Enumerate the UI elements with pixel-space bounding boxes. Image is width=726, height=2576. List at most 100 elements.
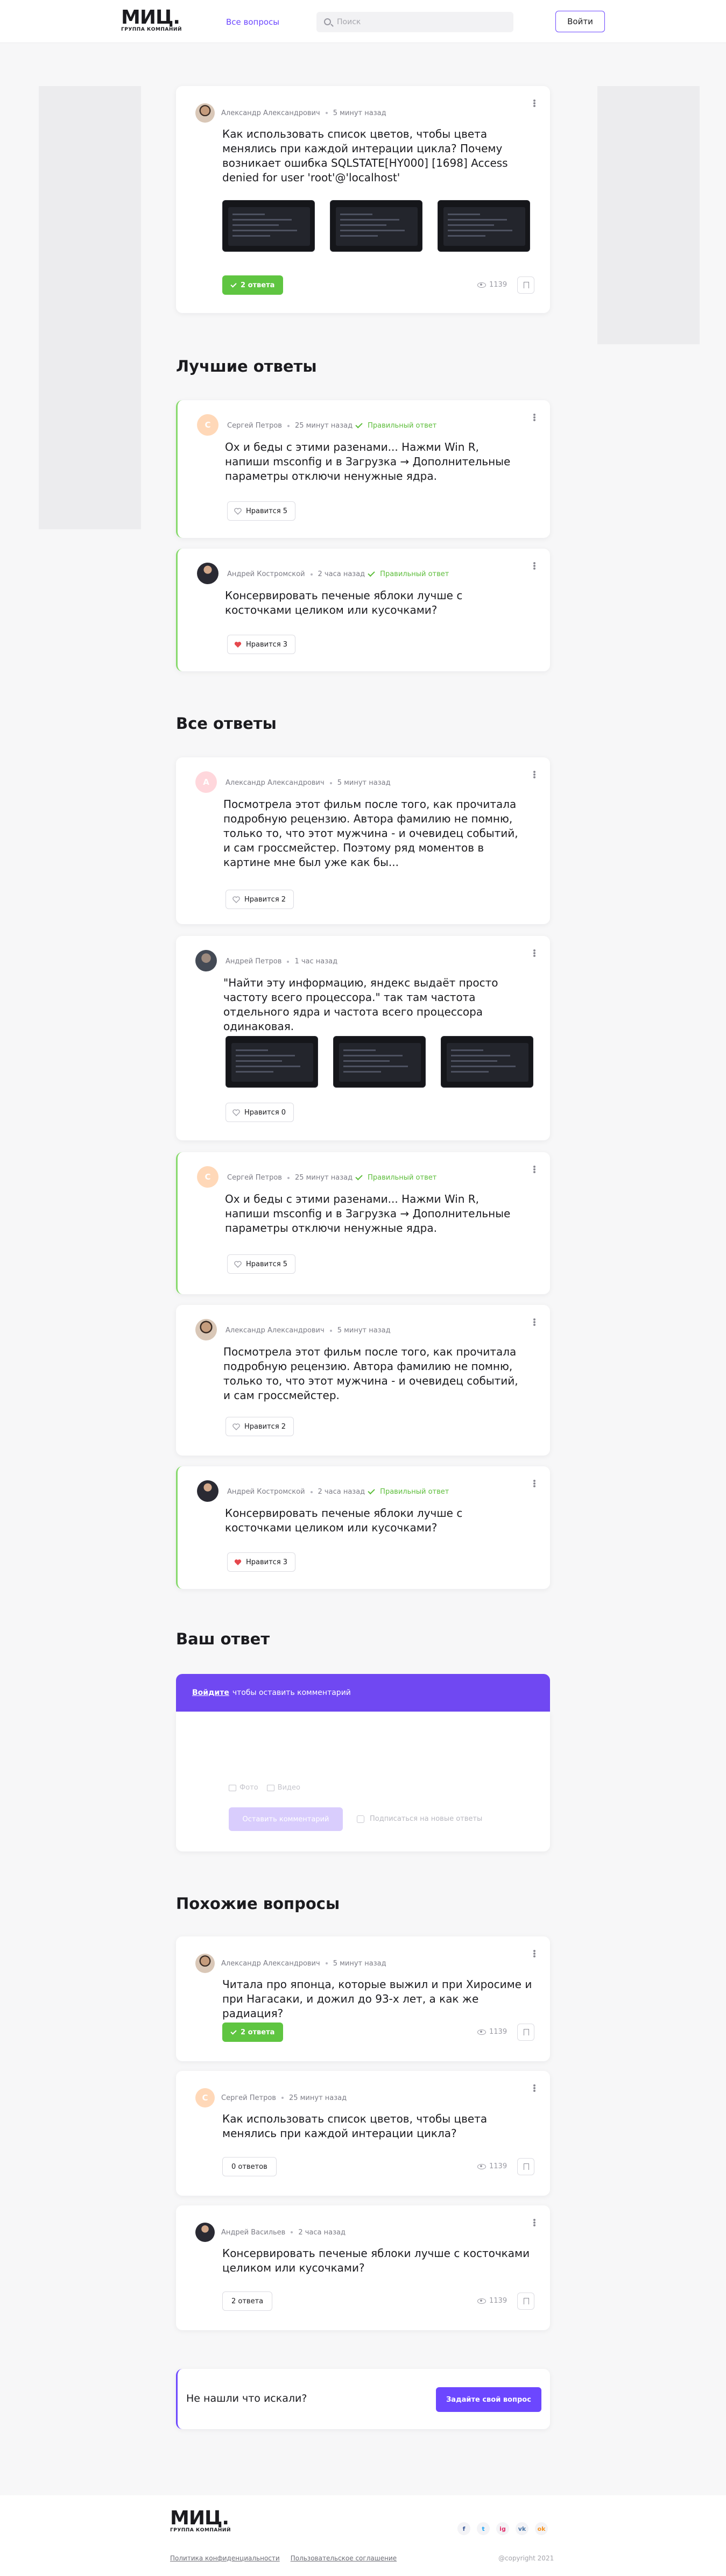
views-count: 1139 bbox=[477, 281, 507, 289]
similar-question-card[interactable]: Александр Александрович 5 минут назад Чи… bbox=[176, 1936, 550, 2061]
answers-count-button[interactable]: 2 ответа bbox=[222, 275, 284, 295]
footer-logo[interactable]: МИЦ. ГРУППА КОМПАНИЙ bbox=[170, 2508, 231, 2534]
avatar[interactable] bbox=[195, 1954, 215, 1973]
answer-meta: Андрей Петров 1 час назад bbox=[195, 950, 337, 971]
separator-dot bbox=[310, 1491, 313, 1493]
like-button[interactable]: Нравится 2 bbox=[225, 890, 294, 909]
privacy-policy-link[interactable]: Политика конфиденциальности bbox=[170, 2554, 280, 2562]
header: МИЦ. ГРУППА КОМПАНИЙ Все вопросы Войти bbox=[0, 0, 726, 43]
twitter-icon[interactable]: t bbox=[477, 2522, 490, 2535]
nav-all-questions[interactable]: Все вопросы bbox=[226, 17, 279, 27]
facebook-icon[interactable]: f bbox=[457, 2522, 470, 2535]
avatar[interactable]: С bbox=[197, 1166, 218, 1188]
author-name[interactable]: Сергей Петров bbox=[221, 2094, 276, 2102]
search-input[interactable] bbox=[337, 12, 504, 32]
like-button[interactable]: Нравится 2 bbox=[225, 1417, 294, 1436]
more-menu-icon[interactable] bbox=[530, 1317, 539, 1328]
attachment-thumbnail[interactable] bbox=[333, 1036, 426, 1088]
similar-questions-title: Похожие вопросы bbox=[176, 1894, 340, 1913]
more-menu-icon[interactable] bbox=[530, 1164, 539, 1175]
search-box[interactable] bbox=[316, 12, 513, 32]
attachment-thumbnail[interactable] bbox=[441, 1036, 533, 1088]
best-answers-title: Лучшие ответы bbox=[176, 357, 317, 375]
answer-card: Андрей Петров 1 час назад "Найти эту инф… bbox=[176, 936, 550, 1140]
odnoklassniki-icon[interactable]: ok bbox=[535, 2522, 548, 2535]
author-name[interactable]: Александр Александрович bbox=[225, 1326, 325, 1335]
like-button[interactable]: Нравится 0 bbox=[225, 1103, 294, 1122]
check-icon bbox=[355, 1173, 363, 1181]
avatar[interactable] bbox=[195, 2223, 215, 2242]
footer: МИЦ. ГРУППА КОМПАНИЙ f t ig vk ok Полити… bbox=[0, 2495, 726, 2576]
like-button[interactable]: Нравится 3 bbox=[227, 1552, 296, 1572]
correct-answer-badge: Правильный ответ bbox=[353, 421, 436, 430]
question-attachments bbox=[222, 200, 530, 252]
like-button[interactable]: Нравится 3 bbox=[227, 635, 296, 654]
more-menu-icon[interactable] bbox=[530, 412, 539, 423]
attach-options: Фото Видео bbox=[229, 1784, 300, 1792]
avatar[interactable] bbox=[195, 950, 217, 971]
login-prompt-banner: Войдите чтобы оставить комментарий bbox=[176, 1674, 550, 1712]
checkbox[interactable] bbox=[357, 1815, 364, 1823]
similar-question-card[interactable]: Андрей Васильев 2 часа назад Консервиров… bbox=[176, 2205, 550, 2330]
views-count: 1139 bbox=[477, 2162, 507, 2170]
heart-outline-icon bbox=[232, 1109, 240, 1116]
author-name[interactable]: Сергей Петров bbox=[227, 422, 282, 430]
logo[interactable]: МИЦ. ГРУППА КОМПАНИЙ bbox=[121, 8, 182, 33]
bookmark-button[interactable] bbox=[517, 2293, 534, 2310]
bookmark-button[interactable] bbox=[517, 276, 534, 294]
more-menu-icon[interactable] bbox=[530, 948, 539, 959]
answers-count-button[interactable]: 2 ответа bbox=[222, 2291, 273, 2311]
author-name[interactable]: Андрей Васильев bbox=[221, 2229, 285, 2237]
submit-comment-button[interactable]: Оставить комментарий bbox=[229, 1807, 343, 1831]
avatar[interactable] bbox=[197, 563, 218, 584]
author-name[interactable]: Андрей Костромской bbox=[227, 570, 305, 578]
question-text[interactable]: Читала про японца, которые выжил и при Х… bbox=[222, 1977, 534, 2021]
attach-photo[interactable]: Фото bbox=[239, 1784, 258, 1792]
more-menu-icon[interactable] bbox=[530, 1478, 539, 1489]
more-menu-icon[interactable] bbox=[530, 560, 539, 571]
more-menu-icon[interactable] bbox=[530, 769, 539, 780]
author-name[interactable]: Александр Александрович bbox=[221, 109, 320, 117]
avatar[interactable] bbox=[195, 1319, 217, 1340]
more-menu-icon[interactable] bbox=[530, 2083, 539, 2094]
attachment-thumbnail[interactable] bbox=[330, 200, 422, 252]
check-icon bbox=[230, 281, 237, 288]
avatar[interactable] bbox=[195, 103, 215, 123]
avatar[interactable]: А bbox=[195, 771, 217, 793]
vk-icon[interactable]: vk bbox=[516, 2522, 528, 2535]
avatar[interactable] bbox=[197, 1480, 218, 1502]
subscribe-checkbox[interactable]: Подписаться на новые ответы bbox=[357, 1815, 482, 1823]
like-button[interactable]: Нравится 5 bbox=[227, 1254, 296, 1274]
bookmark-button[interactable] bbox=[517, 2158, 534, 2175]
similar-question-card[interactable]: С Сергей Петров 25 минут назад Как испол… bbox=[176, 2071, 550, 2196]
avatar[interactable]: С bbox=[197, 414, 218, 436]
avatar[interactable]: С bbox=[195, 2088, 215, 2107]
heart-outline-icon bbox=[234, 507, 242, 515]
more-menu-icon[interactable] bbox=[530, 2217, 539, 2228]
answers-count-button[interactable]: 2 ответа bbox=[222, 2023, 284, 2042]
attachment-thumbnail[interactable] bbox=[222, 200, 315, 252]
bookmark-button[interactable] bbox=[517, 2024, 534, 2041]
answers-count-button[interactable]: 0 ответов bbox=[222, 2157, 277, 2176]
question-text[interactable]: Как использовать список цветов, чтобы цв… bbox=[222, 2112, 534, 2141]
author-name[interactable]: Сергей Петров bbox=[227, 1174, 282, 1182]
attachment-thumbnail[interactable] bbox=[225, 1036, 318, 1088]
instagram-icon[interactable]: ig bbox=[496, 2522, 509, 2535]
author-name[interactable]: Андрей Петров bbox=[225, 957, 281, 966]
like-button[interactable]: Нравится 5 bbox=[227, 501, 296, 521]
post-time: 5 минут назад bbox=[337, 779, 391, 787]
attachment-thumbnail[interactable] bbox=[438, 200, 530, 252]
question-text[interactable]: Консервировать печеные яблоки лучше с ко… bbox=[222, 2246, 534, 2275]
author-name[interactable]: Александр Александрович bbox=[221, 1960, 320, 1968]
more-menu-icon[interactable] bbox=[530, 1948, 539, 1959]
user-agreement-link[interactable]: Пользовательское соглашение bbox=[291, 2554, 397, 2562]
author-name[interactable]: Андрей Костромской bbox=[227, 1488, 305, 1496]
login-button[interactable]: Войти bbox=[555, 11, 605, 32]
answers-count-label: 2 ответа bbox=[241, 281, 275, 289]
author-name[interactable]: Александр Александрович bbox=[225, 779, 325, 787]
ask-question-button[interactable]: Задайте свой вопрос bbox=[436, 2387, 541, 2412]
attach-video[interactable]: Видео bbox=[278, 1784, 300, 1792]
more-menu-icon[interactable] bbox=[530, 98, 539, 109]
question-text: Как использовать список цветов, чтобы цв… bbox=[222, 127, 508, 184]
login-link[interactable]: Войдите bbox=[192, 1688, 229, 1697]
